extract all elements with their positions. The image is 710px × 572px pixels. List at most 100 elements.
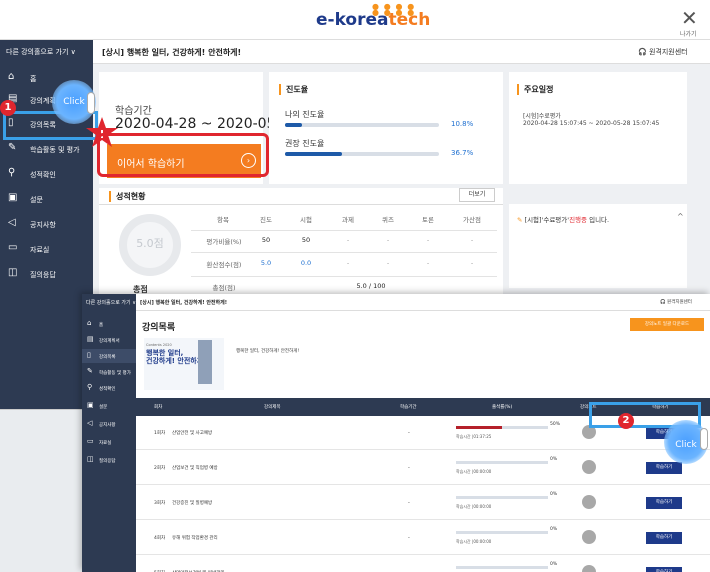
study-period-label: 학습기간 [115,106,152,117]
close-icon[interactable]: ✕ [681,6,698,30]
banner-tag: Contents 2020 [146,343,172,347]
grades-col-assignment: 과제 [342,216,354,224]
grades-row-total-label: 총점(점) [212,284,236,292]
exam-alert[interactable]: ✎ [시험]'수료평가'진행중 입니다. [517,214,609,224]
col-period: 학습기간 [400,405,417,410]
grades-table: 항목 진도 시험 과제 퀴즈 토론 가산점 평가비율(%) 50 50 - - … [191,204,497,306]
notice-text[interactable]: [상시] 행복한 일터, 건강하게! 안전하게! [102,47,241,58]
sidebar-item-library[interactable]: ▭ 자료실 [0,239,93,259]
edit-icon: ✎ [8,142,17,153]
highlight-continue-study [97,133,269,177]
table-row: 3회차 건강증진 및 질병예방 - 0% 학습시간 |00:00:00 학습하기 [136,486,710,520]
sidebar-item-notice[interactable]: ◁ 공지사항 [0,214,93,234]
home-icon: ⌂ [8,71,15,82]
note-icon[interactable] [582,530,596,544]
study-button[interactable]: 학습하기 [646,462,682,474]
sidebar-item-activities[interactable]: ✎ 학습활동 및 평가 [82,365,136,379]
more-button[interactable]: 더보기 [459,188,495,202]
study-button[interactable]: 학습하기 [646,532,682,544]
go-other-course-button[interactable]: 다른 강의홀으로 가기 ∨ [0,40,93,64]
grades-cell: - [470,236,474,244]
grades-col-bonus: 가산점 [463,216,481,224]
col-no: 회차 [154,405,163,410]
front-remote-support-link[interactable]: 🎧 원격지원센터 [660,299,692,305]
row-study-time: 학습시간 |01:37:25 [456,434,492,439]
sidebar-item-qna[interactable]: ◫ 질의응답 [82,453,136,467]
row-progress-bar [456,426,548,429]
schedule-item-title[interactable]: [시험]수료평가 [523,111,561,120]
schedule-panel: 주요일정 [시험]수료평가 2020-04-28 15:07:45 ~ 2020… [509,72,687,184]
col-attendance: 출석률(%) [492,405,513,410]
row-percent: 0% [550,492,558,497]
grades-col-discussion: 토론 [422,216,434,224]
sidebar-item-survey[interactable]: ▣ 설문 [0,189,93,209]
banner-title-line1: 행복한 일터, [146,349,184,357]
grades-row-ratio-label: 평가비율(%) [206,238,242,246]
grades-title: 성적현황 [109,191,145,202]
sidebar-item-survey[interactable]: ▣ 설문 [82,399,136,413]
home-icon: ⌂ [87,319,92,327]
row-progress-bar [456,566,548,569]
sidebar-item-grades[interactable]: ⚲ 성적확인 [0,164,93,184]
progress-panel: 진도율 나의 진도율 10.8% 권장 진도율 36.7% [269,72,503,184]
chat-icon: ◫ [8,267,18,278]
sidebar-item-library[interactable]: ▭ 자료실 [82,435,136,449]
sidebar-item-home[interactable]: ⌂ 홈 [82,317,136,331]
row-title[interactable]: 건강증진 및 질병예방 [172,500,212,506]
sidebar-item-qna[interactable]: ◫ 질의응답 [0,264,93,284]
sidebar-item-notice[interactable]: ◁ 공지사항 [82,417,136,431]
study-button[interactable]: 학습하기 [646,497,682,509]
note-icon[interactable] [582,460,596,474]
lecture-list-title: 강의목록 [142,323,176,333]
step-badge-2: 2 [618,413,634,429]
grades-col-quiz: 퀴즈 [382,216,394,224]
grades-cell: - [346,236,350,244]
search-icon: ⚲ [8,167,16,178]
note-icon[interactable] [582,565,596,572]
remote-support-link[interactable]: 🎧 원격지원센터 [638,47,688,57]
banner-caption: 행복한 일터, 건강하게! 안전하게! [236,349,300,354]
front-nav-bar: [상시] 행복한 일터, 건강하게! 안전하게! 🎧 원격지원센터 [82,294,710,311]
row-progress-bar [456,531,548,534]
row-no: 3회차 [154,501,166,506]
sidebar-item-activities[interactable]: ✎ 학습활동 및 평가 [0,139,93,159]
download-notes-button[interactable]: 강의노트 일괄 다운로드 [630,318,704,331]
grades-col-item: 항목 [217,216,229,224]
chevron-down-icon: ∨ [132,300,136,306]
close-label[interactable]: 나가기 [680,29,697,38]
step-badge-1: 1 [0,100,16,116]
note-icon[interactable] [582,495,596,509]
row-percent: 50% [550,422,561,427]
recommended-progress-bar [285,152,439,156]
grades-cell: - [426,236,430,244]
grades-cell: - [470,259,474,267]
pencil-icon: ✎ [517,216,523,224]
scroll-up-icon[interactable]: ^ [677,212,684,221]
front-notice-text[interactable]: [상시] 행복한 일터, 건강하게! 안전하게! [140,299,227,306]
row-study-time: 학습시간 |00:00:00 [456,469,492,474]
row-no: 2회차 [154,466,166,471]
nav-bar: [상시] 행복한 일터, 건강하게! 안전하게! 🎧 원격지원센터 [0,40,710,64]
score-gauge: 5.0점 [119,214,181,276]
row-no: 1회차 [154,431,166,436]
row-period: - [408,535,410,541]
banner-image [198,340,212,384]
sidebar-item-syllabus[interactable]: ▤ 강의계획서 [82,333,136,347]
survey-icon: ▣ [8,192,18,203]
search-icon: ⚲ [87,383,93,391]
list-icon: ▯ [87,351,91,359]
sidebar-item-grades[interactable]: ⚲ 성적확인 [82,381,136,395]
course-banner: Contents 2020 행복한 일터, 건강하게! 안전하게! [144,338,224,390]
book-icon: ▤ [87,335,94,343]
grades-cell: 50 [301,236,311,244]
row-title[interactable]: 산업안전 및 사고예방 [172,430,212,436]
row-title[interactable]: 유해 위험 작업환경 관리 [172,535,218,541]
grades-cell: 50 [261,236,271,244]
sidebar-item-lecture-list[interactable]: ▯ 강의목록 [82,349,136,363]
score-value: 5.0점 [136,237,164,250]
study-button[interactable]: 학습하기 [646,567,682,572]
grades-cell: - [386,236,390,244]
lecture-list-window: [상시] 행복한 일터, 건강하게! 안전하게! 🎧 원격지원센터 다른 강의홀… [82,294,710,572]
front-go-other-course-button[interactable]: 다른 강의홀으로 가기 ∨ [82,294,136,311]
row-title[interactable]: 산업보건 및 직업병 예방 [172,465,218,471]
